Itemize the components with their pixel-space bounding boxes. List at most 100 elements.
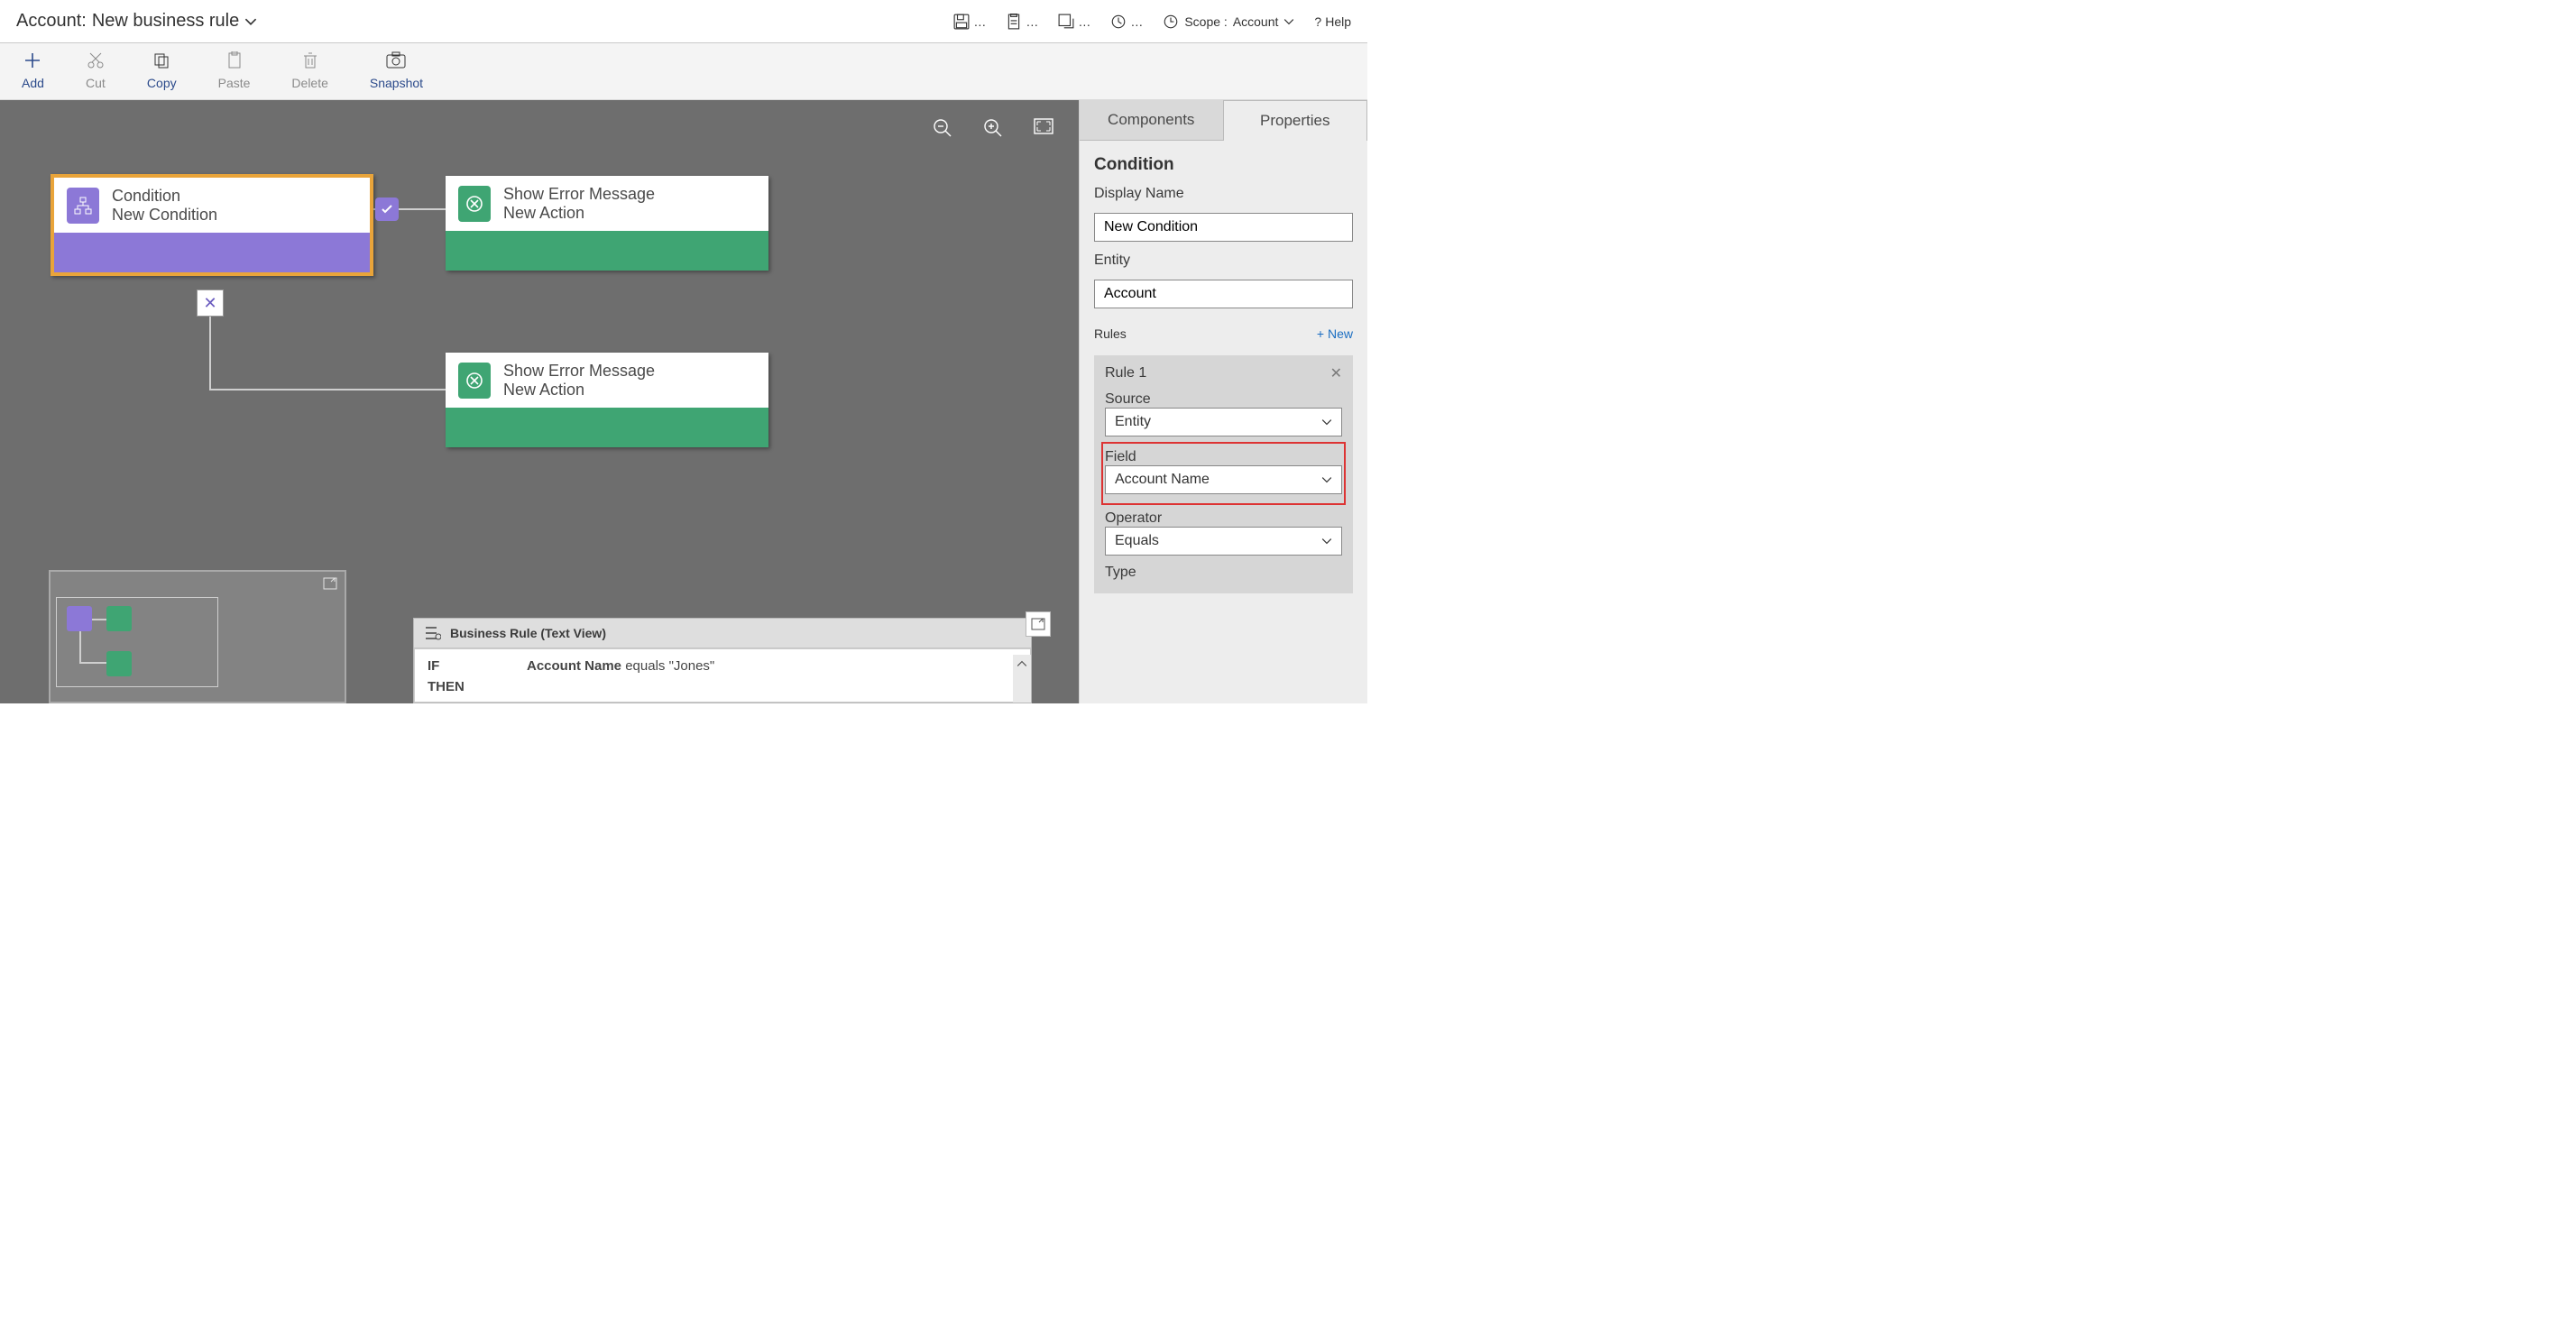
plus-icon [23,51,42,70]
display-name-label: Display Name [1094,186,1353,202]
help-label: Help [1325,14,1351,29]
text-view-panel: Business Rule (Text View) IF Account Nam… [413,618,1032,703]
minimap[interactable] [49,570,346,703]
scope-icon [1163,14,1179,30]
trash-icon [300,51,320,70]
validate-button[interactable]: … [1006,14,1038,30]
top-bar: Account: New business rule … … … … Scope… [0,0,1367,43]
operator-select[interactable]: Equals [1105,527,1342,556]
snapshot-button[interactable]: Snapshot [370,51,423,90]
text-view-header: Business Rule (Text View) [414,619,1031,648]
cut-label: Cut [86,76,106,90]
scissors-icon [86,51,106,70]
source-label: Source [1105,391,1342,408]
delete-label: Delete [291,76,327,90]
error-icon [458,363,491,399]
chevron-down-icon [1283,16,1294,27]
expand-icon[interactable] [323,577,337,590]
new-rule-button[interactable]: + New [1317,326,1353,341]
saveas-button[interactable]: … [1058,14,1090,30]
node-subtitle: New Action [503,204,655,223]
text-view-body: IF Account Name equals "Jones" THEN [414,648,1031,703]
error-icon [458,186,491,222]
node-footer [446,231,768,271]
history-button[interactable]: … [1110,14,1143,30]
source-value: Entity [1115,414,1151,430]
type-label: Type [1105,565,1342,581]
node-title: Condition [112,187,217,206]
field-group-highlighted: Field Account Name [1105,446,1342,501]
add-button[interactable]: Add [22,51,44,90]
entity-label: Entity [1094,253,1353,269]
false-branch-icon[interactable]: ✕ [197,289,224,317]
help-button[interactable]: ? Help [1314,14,1351,29]
snapshot-label: Snapshot [370,76,423,90]
rule-block: Rule 1 ✕ Source Entity Field Account Nam… [1094,355,1353,593]
page-title[interactable]: Account: New business rule [16,11,257,32]
fit-screen-button[interactable] [1034,118,1053,138]
popout-icon[interactable] [1026,611,1051,637]
save-button[interactable]: … [953,14,986,30]
copy-button[interactable]: Copy [147,51,177,90]
minimap-connector [79,662,106,664]
operator-value: Equals [1115,533,1159,549]
display-name-input[interactable] [1094,213,1353,242]
connector [209,389,446,390]
settings-list-icon [425,626,441,640]
paste-label: Paste [218,76,251,90]
entity-input[interactable] [1094,280,1353,308]
close-icon[interactable]: ✕ [1330,364,1342,382]
connector [209,308,211,389]
action-node[interactable]: Show Error Message New Action [446,353,768,447]
minimap-connector [79,631,81,664]
condition-rest: equals "Jones" [621,658,714,674]
topbar-actions: … … … … Scope : Account ? Help [953,14,1351,30]
action-toolbar: Add Cut Copy Paste Delete Snapshot [0,43,1367,100]
chevron-down-icon[interactable] [244,15,257,28]
zoom-in-button[interactable] [983,118,1003,138]
condition-text: Account Name equals "Jones" [527,658,714,674]
if-label: IF [428,658,473,674]
rule-name: New business rule [92,11,239,32]
panel-tabs: Components Properties [1080,100,1367,141]
tab-properties[interactable]: Properties [1223,100,1368,141]
section-title: Condition [1094,155,1353,175]
minimap-node [106,606,132,631]
minimap-connector [92,619,106,620]
chevron-down-icon [1321,536,1332,547]
rule-title: Rule 1 [1105,365,1146,381]
scope-selector[interactable]: Scope : Account [1163,14,1294,30]
zoom-out-button[interactable] [933,118,952,138]
field-select[interactable]: Account Name [1105,465,1342,494]
operator-label: Operator [1105,510,1342,527]
field-value: Account Name [1115,472,1210,488]
paste-button[interactable]: Paste [218,51,251,90]
tab-components[interactable]: Components [1080,100,1223,141]
then-label: THEN [428,679,473,694]
scope-value: Account [1233,14,1279,29]
entity-label: Account: [16,11,87,32]
node-footer [54,233,370,272]
properties-panel: Components Properties Condition Display … [1079,100,1367,703]
scroll-up-icon[interactable] [1013,655,1031,673]
delete-button[interactable]: Delete [291,51,327,90]
minimap-node [106,651,132,676]
condition-node[interactable]: Condition New Condition [51,174,373,276]
field-label: Field [1105,449,1342,465]
canvas-toolbar [933,118,1053,138]
true-branch-icon[interactable] [375,198,399,221]
action-node[interactable]: Show Error Message New Action [446,176,768,271]
copy-label: Copy [147,76,177,90]
node-subtitle: New Action [503,381,655,400]
source-select[interactable]: Entity [1105,408,1342,436]
minimap-node [67,606,92,631]
cut-button[interactable]: Cut [86,51,106,90]
question-icon: ? [1314,14,1321,29]
copy-icon [152,51,171,70]
camera-icon [386,51,406,70]
workspace: Condition New Condition ✕ Show Error Mes… [0,100,1367,703]
add-label: Add [22,76,44,90]
canvas[interactable]: Condition New Condition ✕ Show Error Mes… [0,100,1079,703]
node-subtitle: New Condition [112,206,217,225]
clipboard-icon [225,51,244,70]
